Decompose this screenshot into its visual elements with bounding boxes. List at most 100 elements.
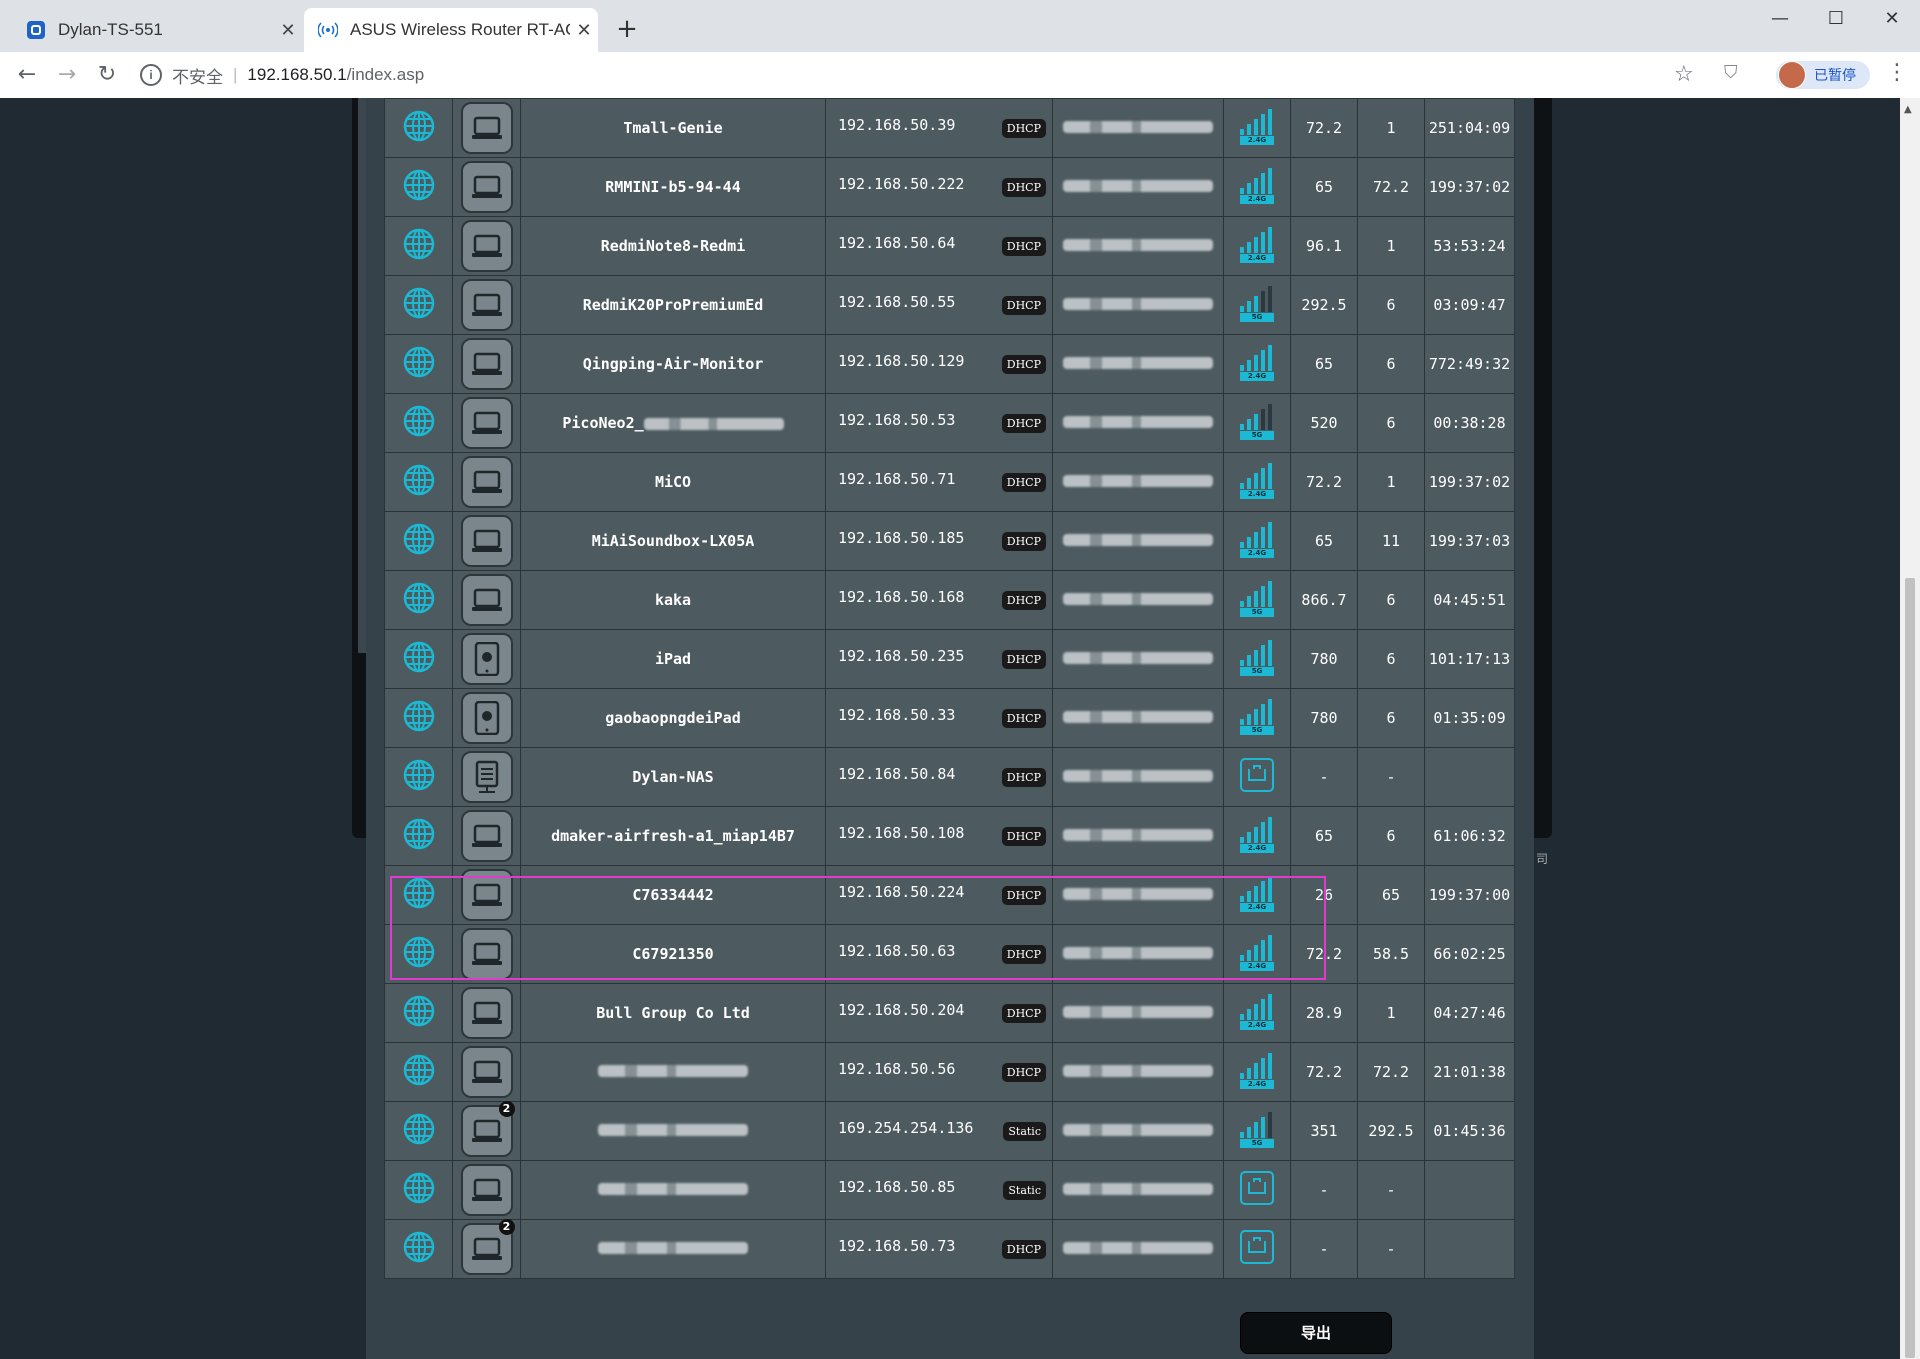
device-icon-box[interactable] bbox=[460, 338, 513, 390]
client-status-cell[interactable] bbox=[384, 747, 453, 807]
client-device-cell[interactable] bbox=[452, 157, 521, 217]
client-status-cell[interactable] bbox=[384, 1219, 453, 1279]
client-status-cell[interactable] bbox=[384, 1101, 453, 1161]
client-device-cell[interactable] bbox=[452, 275, 521, 335]
client-row[interactable]: PicoNeo2_ 192.168.50.53 DHCP 5G 520 6 00:38:28 bbox=[384, 393, 1515, 453]
client-row[interactable]: gaobaopngdeiPad 192.168.50.33 DHCP 5G 780 6 01… bbox=[384, 688, 1515, 748]
client-device-cell[interactable] bbox=[452, 924, 521, 984]
client-row[interactable]: Dylan-NAS 192.168.50.84 DHCP - - bbox=[384, 747, 1515, 807]
back-icon[interactable]: ← bbox=[12, 60, 42, 90]
device-icon-box[interactable]: 2 bbox=[460, 1219, 515, 1275]
new-tab-button[interactable]: + bbox=[612, 14, 642, 44]
device-icon-box[interactable] bbox=[460, 220, 513, 272]
device-icon-box[interactable] bbox=[460, 1046, 513, 1098]
client-device-cell[interactable]: 2 bbox=[452, 1101, 521, 1161]
client-device-cell[interactable] bbox=[452, 983, 521, 1043]
client-row[interactable]: Qingping-Air-Monitor 192.168.50.129 DHCP 2.… bbox=[384, 334, 1515, 394]
client-status-cell[interactable] bbox=[384, 334, 453, 394]
device-icon-box[interactable] bbox=[460, 397, 513, 449]
client-row[interactable]: 192.168.50.56 DHCP 2.4G 72.2 72.2 21:01:38 bbox=[384, 1042, 1515, 1102]
client-status-cell[interactable] bbox=[384, 1160, 453, 1220]
minimize-icon[interactable]: — bbox=[1752, 0, 1808, 40]
device-icon-box[interactable] bbox=[460, 102, 513, 154]
client-device-cell[interactable] bbox=[452, 570, 521, 630]
maximize-icon[interactable]: ☐ bbox=[1808, 0, 1864, 40]
address-bar[interactable]: i 不安全 | 192.168.50.1/index.asp bbox=[140, 60, 1700, 90]
client-status-cell[interactable] bbox=[384, 806, 453, 866]
client-status-cell[interactable] bbox=[384, 216, 453, 276]
client-row[interactable]: 2 192.168.50.73 DHCP - - bbox=[384, 1219, 1515, 1279]
client-device-cell[interactable] bbox=[452, 1042, 521, 1102]
client-device-cell[interactable]: 2 bbox=[452, 1219, 521, 1279]
client-status-cell[interactable] bbox=[384, 1042, 453, 1102]
page-scrollbar[interactable]: ▲ bbox=[1900, 98, 1920, 1359]
client-row[interactable]: MiAiSoundbox-LX05A 192.168.50.185 DHCP 2.4G… bbox=[384, 511, 1515, 571]
client-row[interactable]: RedmiK20ProPremiumEd 192.168.50.55 DHCP 5G 2… bbox=[384, 275, 1515, 335]
client-device-cell[interactable] bbox=[452, 688, 521, 748]
client-row[interactable]: C67921350 192.168.50.63 DHCP 2.4G 72.2 58.5 66… bbox=[384, 924, 1515, 984]
client-device-cell[interactable] bbox=[452, 747, 521, 807]
client-row[interactable]: RedmiNote8-Redmi 192.168.50.64 DHCP 2.4G 96.… bbox=[384, 216, 1515, 276]
client-row[interactable]: RMMINI-b5-94-44 192.168.50.222 DHCP 2.4G 65 7… bbox=[384, 157, 1515, 217]
device-icon-box[interactable] bbox=[460, 810, 513, 862]
forward-icon[interactable]: → bbox=[52, 60, 82, 90]
close-tab-icon[interactable]: ✕ bbox=[570, 20, 598, 41]
client-device-cell[interactable] bbox=[452, 452, 521, 512]
client-status-cell[interactable] bbox=[384, 98, 453, 158]
client-status-cell[interactable] bbox=[384, 688, 453, 748]
client-row[interactable]: Tmall-Genie 192.168.50.39 DHCP 2.4G 72.2 1 251… bbox=[384, 98, 1515, 158]
client-device-cell[interactable] bbox=[452, 334, 521, 394]
client-device-cell[interactable] bbox=[452, 511, 521, 571]
client-status-cell[interactable] bbox=[384, 924, 453, 984]
client-device-cell[interactable] bbox=[452, 865, 521, 925]
info-icon[interactable]: i bbox=[140, 64, 162, 86]
device-icon-box[interactable] bbox=[460, 574, 513, 626]
client-row[interactable]: 192.168.50.85 Static - - bbox=[384, 1160, 1515, 1220]
client-status-cell[interactable] bbox=[384, 865, 453, 925]
client-row[interactable]: 2 169.254.254.136 Static 5G 351 292.5 01:45:36 bbox=[384, 1101, 1515, 1161]
device-icon-box[interactable] bbox=[460, 692, 513, 744]
scroll-up-icon[interactable]: ▲ bbox=[1904, 104, 1912, 115]
client-row[interactable]: iPad 192.168.50.235 DHCP 5G 780 6 101:17:13 bbox=[384, 629, 1515, 689]
extension-shield-icon[interactable]: ⛉ bbox=[1724, 62, 1738, 83]
device-icon-box[interactable] bbox=[460, 751, 513, 803]
client-device-cell[interactable] bbox=[452, 216, 521, 276]
client-row[interactable]: MiCO 192.168.50.71 DHCP 2.4G 72.2 1 199:37:02 bbox=[384, 452, 1515, 512]
profile-button[interactable]: 已暂停 bbox=[1776, 61, 1870, 89]
device-icon-box[interactable] bbox=[460, 161, 513, 213]
client-status-cell[interactable] bbox=[384, 511, 453, 571]
device-icon-box[interactable]: 2 bbox=[460, 1101, 515, 1157]
device-icon-box[interactable] bbox=[460, 279, 513, 331]
client-device-cell[interactable] bbox=[452, 98, 521, 158]
client-status-cell[interactable] bbox=[384, 629, 453, 689]
device-icon-box[interactable] bbox=[460, 456, 513, 508]
client-status-cell[interactable] bbox=[384, 157, 453, 217]
tab-asus-router[interactable]: ASUS Wireless Router RT-AC8 ✕ bbox=[304, 8, 598, 52]
close-tab-icon[interactable]: ✕ bbox=[274, 20, 302, 41]
client-device-cell[interactable] bbox=[452, 1160, 521, 1220]
client-status-cell[interactable] bbox=[384, 393, 453, 453]
device-icon-box[interactable] bbox=[460, 633, 513, 685]
client-row[interactable]: C76334442 192.168.50.224 DHCP 2.4G 26 65 199:3… bbox=[384, 865, 1515, 925]
close-window-icon[interactable]: ✕ bbox=[1864, 0, 1920, 40]
bookmark-star-icon[interactable]: ☆ bbox=[1674, 62, 1694, 87]
menu-dots-icon[interactable]: ⋮ bbox=[1886, 60, 1908, 85]
client-status-cell[interactable] bbox=[384, 983, 453, 1043]
client-status-cell[interactable] bbox=[384, 452, 453, 512]
export-button[interactable]: 导出 bbox=[1240, 1312, 1392, 1354]
device-icon-box[interactable] bbox=[460, 869, 513, 921]
client-device-cell[interactable] bbox=[452, 806, 521, 866]
client-row[interactable]: kaka 192.168.50.168 DHCP 5G 866.7 6 04:45:51 bbox=[384, 570, 1515, 630]
client-status-cell[interactable] bbox=[384, 570, 453, 630]
client-device-cell[interactable] bbox=[452, 629, 521, 689]
client-row[interactable]: dmaker-airfresh-a1_miap14B7 192.168.50.10… bbox=[384, 806, 1515, 866]
device-icon-box[interactable] bbox=[460, 928, 513, 980]
client-device-cell[interactable] bbox=[452, 393, 521, 453]
tab-dylan-ts[interactable]: Dylan-TS-551 ✕ bbox=[12, 8, 302, 52]
scrollbar-thumb[interactable] bbox=[1905, 578, 1915, 1358]
device-icon-box[interactable] bbox=[460, 1164, 513, 1216]
client-status-cell[interactable] bbox=[384, 275, 453, 335]
device-icon-box[interactable] bbox=[460, 987, 513, 1039]
client-row[interactable]: Bull Group Co Ltd 192.168.50.204 DHCP 2.4G 2… bbox=[384, 983, 1515, 1043]
device-icon-box[interactable] bbox=[460, 515, 513, 567]
